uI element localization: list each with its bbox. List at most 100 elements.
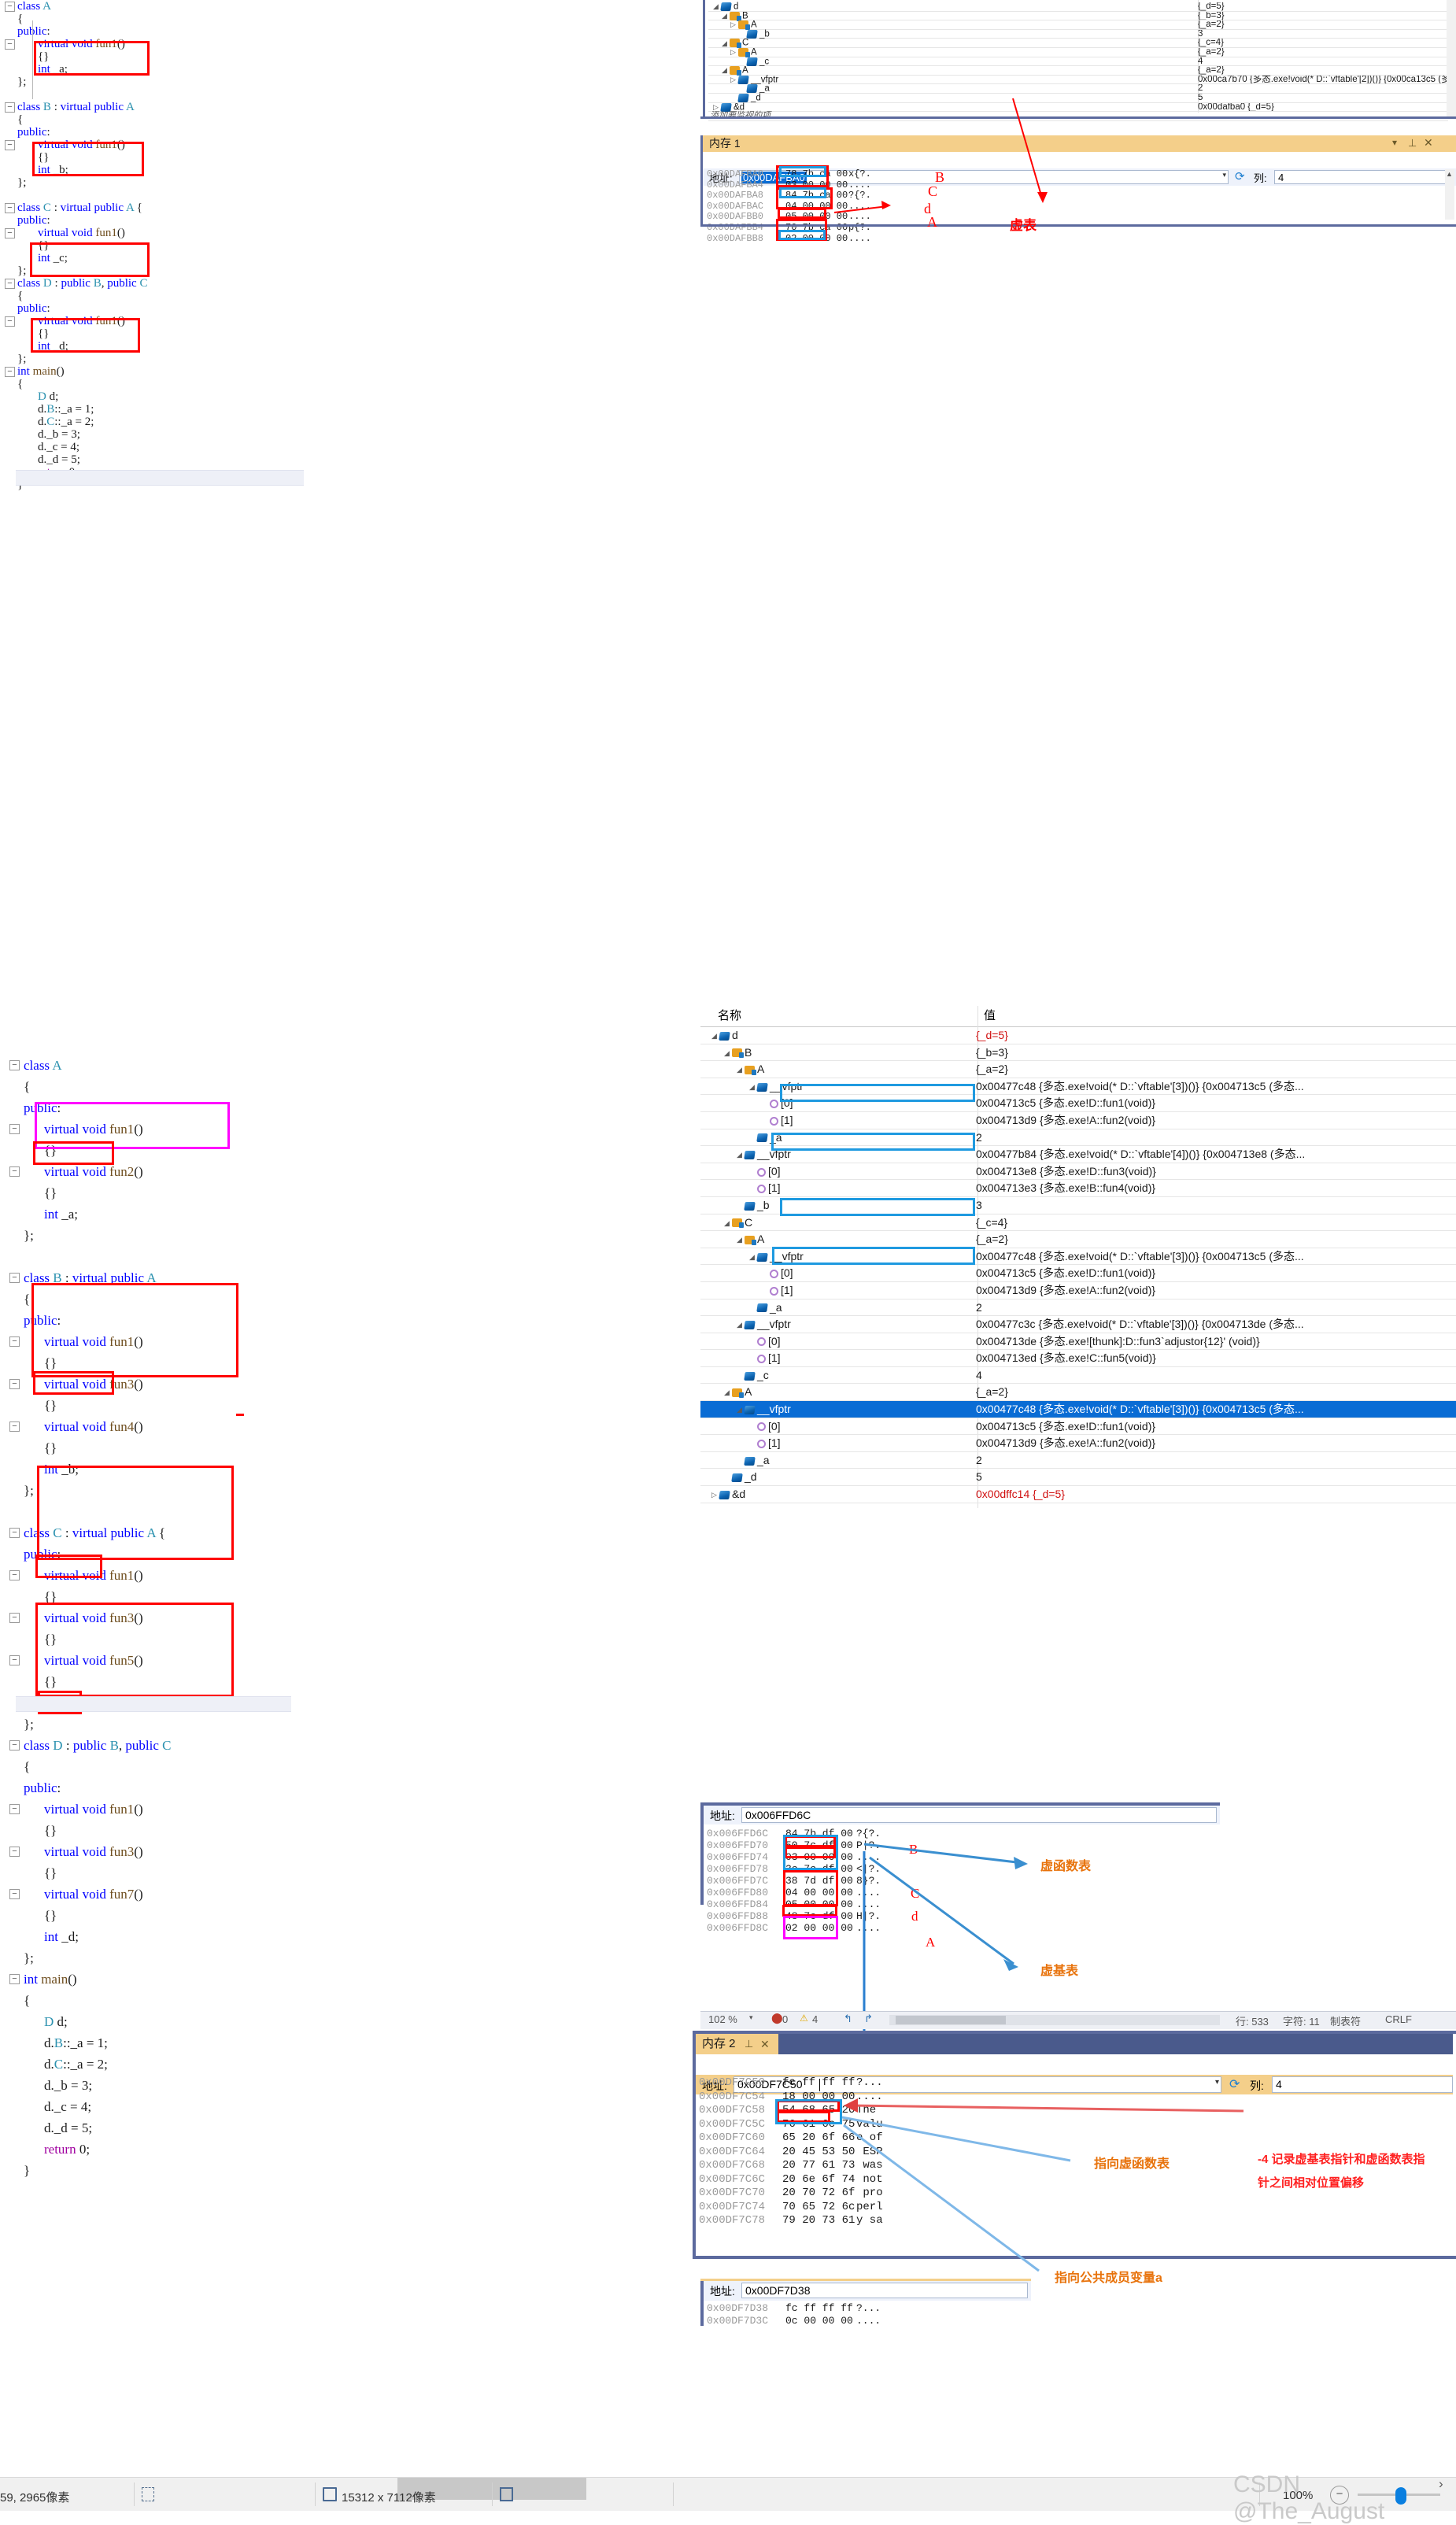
code-fold-toggle[interactable]: − (9, 1060, 20, 1070)
watch-row[interactable]: [1]0x004713ed {多态.exe!C::fun5(void)}void… (700, 1350, 1456, 1367)
memory-row[interactable]: 0x00DF7C70 20 70 72 6f pro (699, 2187, 883, 2201)
chevron-right-icon[interactable]: ▷ (730, 20, 738, 29)
watch-row[interactable]: ▷&d0x00dffc14 {_d=5}D * (700, 1486, 1456, 1503)
memory-row[interactable]: 0x006FFD7C 38 7d df 00 8}?. (707, 1875, 881, 1887)
watch-row[interactable]: [0]0x004713c5 {多态.exe!D::fun1(void)}void… (700, 1095, 1456, 1112)
pin-icon[interactable]: ⊥ (1408, 135, 1417, 151)
memory-row[interactable]: 0x00DAFBA8 84 7b ca 00 ?{?. (707, 190, 871, 201)
watch-row[interactable]: ◢A {_a=2} A (708, 66, 1448, 76)
chevron-down-icon[interactable]: ◢ (737, 1147, 745, 1163)
memory-row[interactable]: 0x00DF7C60 65 20 6f 66 e of (699, 2131, 883, 2146)
watch-row[interactable]: [1]0x004713d9 {多态.exe!A::fun2(void)}void… (700, 1435, 1456, 1452)
code-editor-bottom[interactable]: class A{public: virtual void fun1(){} virt… (0, 1055, 708, 2204)
memory-row[interactable]: 0x00DF7C54 18 00 00 00.... (699, 2091, 883, 2105)
memory-row[interactable]: 0x00DF7C50 fc ff ff ff?... (699, 2076, 883, 2091)
memory-row[interactable]: 0x006FFD70 50 7c df 00 P|?. (707, 1839, 881, 1851)
watch-row[interactable]: _c4int (708, 57, 1448, 67)
chevron-down-icon[interactable]: ◢ (724, 1215, 732, 1232)
code-fold-toggle[interactable]: − (9, 1528, 20, 1538)
chevron-down-icon[interactable]: ◢ (737, 1062, 745, 1078)
watch-row[interactable]: ◢ __vfptr 0x00477c48 {多态.exe!void(* D::`vf… (700, 1248, 1456, 1266)
memory-row[interactable]: 0x00DAFBB0 05 00 00 00.... (707, 212, 871, 223)
watch-window-top[interactable]: ◢d{_d=5}D◢B{_b=3}B▷A{_a=2}A _b3int◢C{_c=… (700, 0, 1456, 122)
chevron-down-icon[interactable]: ◢ (724, 1045, 732, 1062)
memory-row[interactable]: 0x006FFD80 04 00 00 00.... (707, 1887, 881, 1898)
watch-row[interactable]: [0]0x004713c5 {多态.exe!D::fun1(void)}void… (700, 1265, 1456, 1282)
watch-row[interactable]: [1]0x004713d9 {多态.exe!A::fun2(void)}void… (700, 1112, 1456, 1129)
code-fold-toggle[interactable]: − (9, 1804, 20, 1814)
code-fold-toggle[interactable]: − (5, 39, 15, 50)
code-fold-toggle[interactable]: − (9, 1336, 20, 1347)
watch-row[interactable]: ◢C {_c=4} C (708, 39, 1448, 49)
memory3-address-input[interactable]: 0x006FFD6C (741, 1807, 1217, 1823)
chevron-down-icon[interactable]: ◢ (749, 1249, 757, 1266)
chevron-down-icon[interactable]: ▾ (1392, 135, 1397, 151)
nav-forward-icon[interactable]: ↱ (864, 2013, 873, 2025)
ide-zoom-dropdown-icon[interactable]: ▾ (749, 2013, 753, 2022)
nav-back-icon[interactable]: ↰ (844, 2013, 852, 2025)
watch-row[interactable]: [0]0x004713e8 {多态.exe!D::fun3(void)}void… (700, 1163, 1456, 1181)
watch-row[interactable]: ▷A {_a=2} A (708, 20, 1448, 31)
memory-row[interactable]: 0x00DF7C58 54 68 65 20 The (699, 2104, 876, 2118)
watch-row[interactable]: _b3int (708, 30, 1448, 39)
memory-window-4[interactable]: 地址: 0x00DF7D38 0x00DF7D38 fc ff ff ff?...… (700, 2279, 1031, 2327)
memory-row[interactable]: 0x00DAFBA0 78 7b ca 00 x{?. (707, 168, 871, 180)
code-fold-toggle[interactable]: − (9, 1613, 20, 1623)
chevron-right-icon[interactable]: ▷ (711, 1487, 719, 1503)
memory2-address-dropdown-icon[interactable]: ▾ (1215, 2078, 1219, 2087)
watch-row[interactable]: ◢d{_d=5}D (700, 1027, 1456, 1044)
memory-row[interactable]: 0x00DAFBAC 04 00 00 00.... (707, 201, 871, 213)
code-fold-toggle[interactable]: − (9, 1740, 20, 1750)
warning-icon[interactable]: ⚠ (800, 2013, 808, 2024)
chevron-down-icon[interactable]: ◢ (722, 12, 730, 20)
watch-row[interactable]: ◢d{_d=5}D (708, 2, 1448, 12)
watch-row[interactable]: ◢ __vfptr 0x00477c48 {多态.exe!void(* D::`vf… (700, 1078, 1456, 1096)
watch-row[interactable]: [0] 0x004713de {多态.exe![thunk]:D::fun3`ad… (700, 1333, 1456, 1351)
code-fold-toggle[interactable]: − (5, 366, 15, 377)
memory-row[interactable]: 0x00DAFBB8 02 00 00 00.... (707, 233, 871, 245)
code-fold-toggle[interactable]: − (5, 316, 15, 327)
memory-row[interactable]: 0x00DF7D38 fc ff ff ff?... (707, 2302, 881, 2315)
watch-row[interactable]: ◢ __vfptr 0x00477c3c {多态.exe!void(* D::`vf… (700, 1316, 1456, 1333)
watch-row[interactable]: ◢A {_a=2} A (700, 1384, 1456, 1402)
code-fold-toggle[interactable]: − (5, 227, 15, 238)
error-icon[interactable]: ⬤ (771, 2012, 783, 2024)
memory-row[interactable]: 0x006FFD74 03 00 00 00.... (707, 1851, 881, 1863)
watch-row[interactable]: ▷A {_a=2} A (708, 48, 1448, 57)
watch-window-bottom[interactable]: 名称 值 类型 ◢d{_d=5}D◢B{_b=3}B◢A{_a=2}A◢__vf… (700, 1006, 1456, 1525)
code-fold-toggle[interactable]: − (5, 1, 15, 12)
watch-row[interactable]: ◢ __vfptr 0x00477c48 {多态.exe!void(* D::`vf… (700, 1401, 1456, 1418)
watch-row[interactable]: _d5int (700, 1469, 1456, 1487)
memory1-cols-input[interactable]: 4 ▾ (1274, 170, 1454, 184)
memory1-hexdump[interactable]: 0x00DAFBA0 78 7b ca 00 x{?. 0x00DAFBA4 03 00… (707, 168, 871, 245)
chevron-right-icon[interactable]: ▷ (730, 48, 738, 57)
code-fold-toggle[interactable]: − (9, 1889, 20, 1899)
code-fold-toggle[interactable]: − (5, 202, 15, 213)
memory-row[interactable]: 0x00DF7C6C 20 6e 6f 74 not (699, 2173, 883, 2187)
memory-row[interactable]: 0x00DF7C74 70 65 72 6c perl (699, 2201, 883, 2215)
chevron-down-icon[interactable]: ◢ (724, 1384, 732, 1401)
chevron-down-icon[interactable]: ◢ (711, 1028, 719, 1044)
watch-row[interactable]: ◢B {_b=3} B (708, 11, 1448, 21)
memory2-tab[interactable]: 内存 2 ⊥ ✕ (696, 2034, 778, 2054)
code-fold-toggle[interactable]: − (9, 1124, 20, 1134)
memory2-refresh-icon[interactable]: ⟳ (1229, 2076, 1240, 2092)
chevron-down-icon[interactable]: ◢ (737, 1232, 745, 1248)
code-fold-toggle[interactable]: − (9, 1379, 20, 1389)
watch-row[interactable]: _d5int (708, 94, 1448, 103)
memory-row[interactable]: 0x00DF7C5C 76 61 6c 75 valu (699, 2118, 883, 2132)
code-fold-toggle[interactable]: − (9, 1655, 20, 1665)
watch-row[interactable]: ◢A {_a=2} A (700, 1231, 1456, 1248)
memory-row[interactable]: 0x006FFD84 05 00 00 00.... (707, 1898, 881, 1910)
memory-row[interactable]: 0x006FFD8C 02 00 00 00.... (707, 1922, 881, 1934)
memory4-hexdump[interactable]: 0x00DF7D38 fc ff ff ff?... 0x00DF7D3C 0c 00… (707, 2302, 881, 2327)
memory-window-1[interactable]: 内存 1 ▾ ⊥ ✕ 地址: 0x00DAFBA0 ▾ ⟳ 列: 4 ▾ 0x0… (700, 135, 1456, 243)
memory-row[interactable]: 0x00DF7C78 79 20 73 61 y sa (699, 2214, 883, 2228)
memory1-address-dropdown-icon[interactable]: ▾ (1222, 171, 1226, 179)
chevron-down-icon[interactable]: ◢ (722, 66, 730, 75)
watch-row[interactable]: _a2int (700, 1452, 1456, 1470)
memory-row[interactable]: 0x006FFD88 48 7c df 00 H|?. (707, 1910, 881, 1922)
chevron-down-icon[interactable]: ◢ (737, 1317, 745, 1333)
code-fold-toggle[interactable]: − (5, 139, 15, 150)
chevron-down-icon[interactable]: ◢ (722, 39, 730, 48)
